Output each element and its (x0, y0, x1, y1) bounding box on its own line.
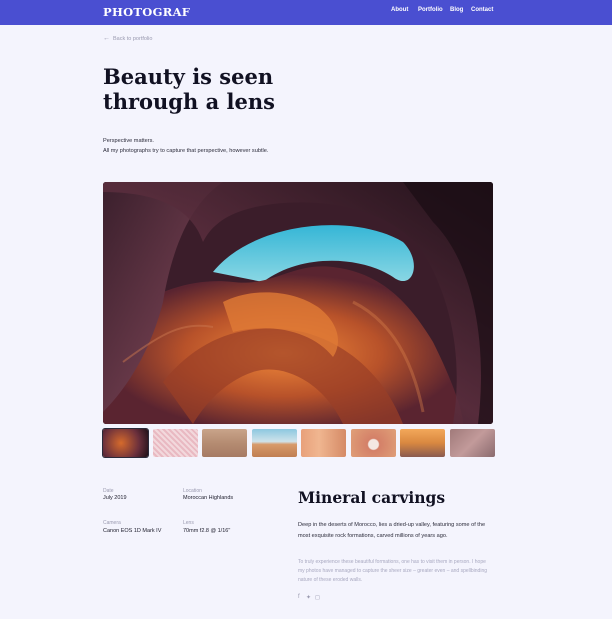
thumbnail-1[interactable] (103, 429, 148, 457)
logo[interactable]: PHOTOGRAF (103, 5, 190, 19)
hero-photo (103, 182, 493, 424)
thumbnail-8[interactable] (449, 429, 495, 457)
thumbnail-strip (103, 429, 495, 457)
location-label: Location (183, 488, 202, 494)
thumbnail-7[interactable] (400, 429, 445, 457)
intro-line-1: Perspective matters. (103, 138, 154, 144)
page-title: Beauty is seen through a lens (103, 64, 275, 114)
nav-link-about[interactable]: About (391, 7, 408, 13)
back-link-label: Back to portfolio (113, 35, 153, 42)
date-label: Date (103, 488, 114, 494)
date-value: July 2019 (103, 495, 127, 501)
thumbnail-2[interactable] (152, 429, 198, 457)
thumbnail-3[interactable] (202, 429, 247, 457)
lens-value: 70mm f2.8 @ 1/16" (183, 528, 231, 534)
instagram-icon[interactable]: ◻ (315, 594, 320, 601)
facebook-icon[interactable]: f (298, 594, 300, 600)
lens-label: Lens (183, 520, 194, 526)
intro-text: Perspective matters. All my photographs … (103, 137, 268, 156)
top-navigation-bar: PHOTOGRAF About Portfolio Blog Contact (0, 0, 612, 25)
section-title: Mineral carvings (298, 488, 446, 507)
nav-link-blog[interactable]: Blog (450, 7, 463, 13)
thumbnail-5[interactable] (301, 429, 346, 457)
camera-label: Camera (103, 520, 121, 526)
nav-link-portfolio[interactable]: Portfolio (418, 7, 443, 13)
twitter-icon[interactable]: ✦ (306, 594, 311, 601)
arrow-left-icon: ← (103, 35, 110, 42)
back-to-portfolio-link[interactable]: ← Back to portfolio (103, 35, 152, 42)
location-value: Moroccan Highlands (183, 495, 234, 501)
thumbnail-4[interactable] (251, 429, 297, 457)
canyon-photo-image (103, 182, 493, 424)
nav-link-contact[interactable]: Contact (471, 7, 493, 13)
camera-value: Canon EOS 1D Mark IV (103, 528, 162, 534)
thumbnail-6[interactable] (350, 429, 396, 457)
intro-line-2: All my photographs try to capture that p… (103, 147, 269, 154)
description-primary: Deep in the deserts of Morocco, lies a d… (298, 522, 486, 539)
description-secondary: To truly experience these beautiful form… (298, 559, 488, 583)
